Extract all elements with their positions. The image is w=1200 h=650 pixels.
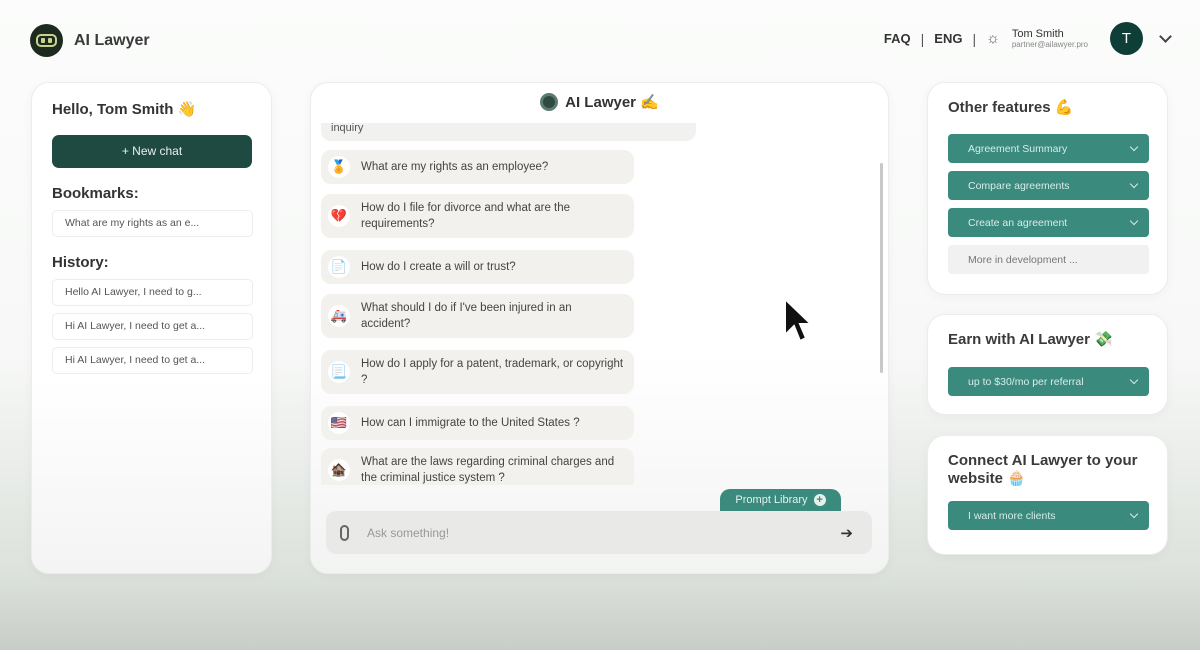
earn-card: Earn with AI Lawyer 💸 up to $30/mo per r… [927, 314, 1168, 415]
language-selector[interactable]: ENG [934, 31, 962, 46]
prompt-text: How do I create a will or trust? [361, 261, 516, 273]
nav-separator: | [972, 30, 977, 47]
ai-lawyer-logo-icon [540, 93, 559, 111]
chevron-down-icon [1129, 142, 1139, 152]
prompt-text: What are the laws regarding criminal cha… [361, 456, 615, 484]
send-arrow-icon[interactable]: ➔ [840, 524, 853, 542]
feature-label: Compare agreements [968, 179, 1070, 192]
prompt-suggestion[interactable]: 📄 How do I create a will or trust? [321, 250, 634, 284]
earn-title: Earn with AI Lawyer 💸 [948, 331, 1113, 348]
chat-composer: ➔ [326, 511, 872, 554]
prompt-text: What should I do if I've been injured in… [361, 302, 572, 330]
referral-button[interactable]: up to $30/mo per referral [948, 367, 1149, 396]
chat-scrollbar[interactable] [880, 163, 883, 373]
bookmark-item[interactable]: What are my rights as an e... [52, 210, 253, 237]
prompt-text: How do I apply for a patent, trademark, … [361, 358, 624, 386]
sun-icon[interactable]: ☼ [986, 30, 1000, 47]
prompt-text: How can I immigrate to the United States… [361, 417, 580, 429]
more-clients-label: I want more clients [968, 509, 1056, 522]
other-features-title: Other features 💪 [948, 99, 1074, 116]
paper-icon: 📃 [328, 361, 350, 383]
prompt-library-label: Prompt Library [735, 494, 808, 506]
medal-icon: 🏅 [328, 156, 350, 178]
user-name: Tom Smith [1011, 28, 1064, 40]
feature-label: Agreement Summary [968, 142, 1068, 155]
ambulance-icon: 🚑 [328, 305, 350, 327]
chevron-down-icon[interactable] [1159, 29, 1172, 43]
prompt-suggestion[interactable]: 🚑 What should I do if I've been injured … [321, 294, 634, 338]
faq-link[interactable]: FAQ [884, 31, 911, 46]
robot-logo-icon [30, 24, 63, 57]
connect-title: Connect AI Lawyer to your website 🧁 [948, 452, 1138, 487]
avatar[interactable]: T [1110, 22, 1143, 55]
brand-name: AI Lawyer [74, 31, 150, 49]
user-info: Tom Smith partner@ailawyer.pro [1012, 28, 1088, 49]
other-features-card: Other features 💪 Agreement Summary Compa… [927, 82, 1168, 295]
feature-label: Create an agreement [968, 216, 1068, 229]
agreement-summary-button[interactable]: Agreement Summary [948, 134, 1149, 163]
prompt-library-button[interactable]: Prompt Library + [720, 489, 841, 511]
referral-label: up to $30/mo per referral [968, 375, 1084, 388]
prompt-suggestion[interactable]: 💔 How do I file for divorce and what are… [321, 194, 634, 238]
history-title: History: [52, 254, 109, 271]
house-icon: 🏚️ [328, 459, 350, 481]
sidebar-card: Hello, Tom Smith 👋 + New chat Bookmarks:… [31, 82, 272, 574]
chat-header: AI Lawyer ✍️ [311, 93, 888, 111]
logo[interactable]: AI Lawyer [30, 24, 150, 57]
more-clients-button[interactable]: I want more clients [948, 501, 1149, 530]
mouse-cursor-icon [784, 297, 813, 343]
user-email: partner@ailawyer.pro [1011, 40, 1088, 49]
chat-input[interactable] [367, 525, 841, 540]
plus-icon: + [813, 494, 826, 506]
chevron-down-icon [1129, 375, 1139, 385]
more-in-development: More in development ... [948, 245, 1149, 274]
prompt-suggestion[interactable]: 📃 How do I apply for a patent, trademark… [321, 350, 634, 394]
history-item[interactable]: Hi AI Lawyer, I need to get a... [52, 313, 253, 340]
chat-title: AI Lawyer ✍️ [565, 94, 659, 111]
nav-separator: | [920, 30, 925, 47]
history-item[interactable]: Hi AI Lawyer, I need to get a... [52, 347, 253, 374]
top-bar: AI Lawyer FAQ | ENG | ☼ Tom Smith partne… [0, 0, 1200, 80]
chevron-down-icon [1129, 179, 1139, 189]
more-label: More in development ... [968, 253, 1078, 266]
us-flag-icon: 🇺🇸 [328, 412, 350, 434]
create-agreement-button[interactable]: Create an agreement [948, 208, 1149, 237]
bookmarks-title: Bookmarks: [52, 185, 139, 202]
compare-agreements-button[interactable]: Compare agreements [948, 171, 1149, 200]
new-chat-button[interactable]: + New chat [52, 135, 252, 168]
chevron-down-icon [1129, 509, 1139, 519]
top-nav: FAQ | ENG | ☼ Tom Smith partner@ailawyer… [884, 22, 1172, 55]
prompt-text: What are my rights as an employee? [361, 161, 549, 173]
broken-heart-icon: 💔 [328, 205, 350, 227]
prompt-text: How do I file for divorce and what are t… [361, 202, 571, 230]
document-icon: 📄 [328, 256, 350, 278]
prompt-suggestion[interactable]: 🏅 What are my rights as an employee? [321, 150, 634, 184]
prompt-suggestion[interactable]: 🏚️ What are the laws regarding criminal … [321, 448, 634, 485]
history-item[interactable]: Hello AI Lawyer, I need to g... [52, 279, 253, 306]
greeting: Hello, Tom Smith 👋 [52, 101, 197, 118]
chevron-down-icon [1129, 216, 1139, 226]
connect-card: Connect AI Lawyer to your website 🧁 I wa… [927, 435, 1168, 555]
prompt-suggestion[interactable]: 🇺🇸 How can I immigrate to the United Sta… [321, 406, 634, 440]
paperclip-icon[interactable] [340, 524, 349, 541]
previous-message: inquiry [321, 123, 696, 141]
